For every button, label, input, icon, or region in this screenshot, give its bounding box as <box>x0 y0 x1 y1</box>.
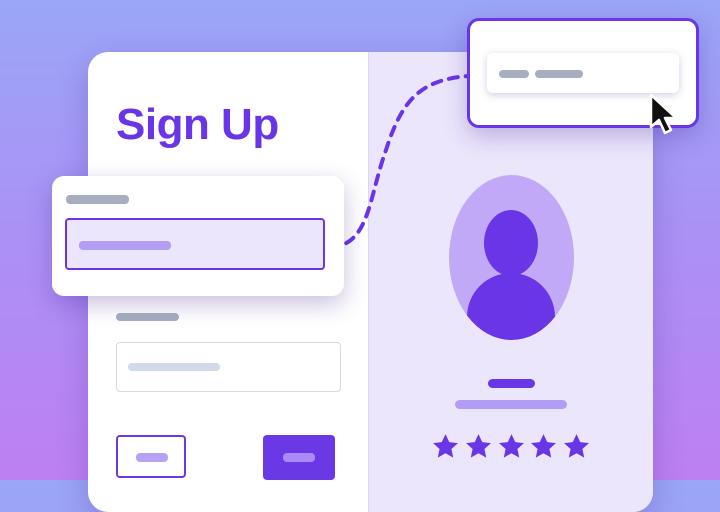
text-input-1-focused[interactable] <box>65 218 325 270</box>
profile-name-placeholder <box>488 379 535 388</box>
text-input-2[interactable] <box>116 342 341 392</box>
star-icon <box>531 434 557 458</box>
avatar-head <box>484 210 538 276</box>
user-avatar-icon <box>449 175 574 340</box>
star-icon <box>498 434 524 458</box>
star-icon <box>564 434 589 458</box>
page-title: Sign Up <box>116 100 279 149</box>
floating-field-card <box>52 176 344 296</box>
primary-button[interactable] <box>263 435 335 480</box>
mouse-pointer-icon <box>649 93 678 135</box>
rating-stars <box>431 432 591 464</box>
input-value-placeholder <box>79 241 171 250</box>
selection-option[interactable] <box>487 53 679 93</box>
avatar-body <box>467 273 555 340</box>
star-icon <box>433 434 458 458</box>
button-label-placeholder <box>283 453 315 462</box>
profile-subtitle-placeholder <box>455 400 567 409</box>
input-placeholder <box>128 363 220 371</box>
secondary-button[interactable] <box>116 435 186 478</box>
field-label-placeholder <box>66 195 129 204</box>
star-icon <box>465 434 491 458</box>
field-label-placeholder <box>116 313 179 321</box>
option-label-placeholder <box>535 70 583 78</box>
option-label-placeholder <box>499 70 529 78</box>
button-label-placeholder <box>136 453 168 462</box>
